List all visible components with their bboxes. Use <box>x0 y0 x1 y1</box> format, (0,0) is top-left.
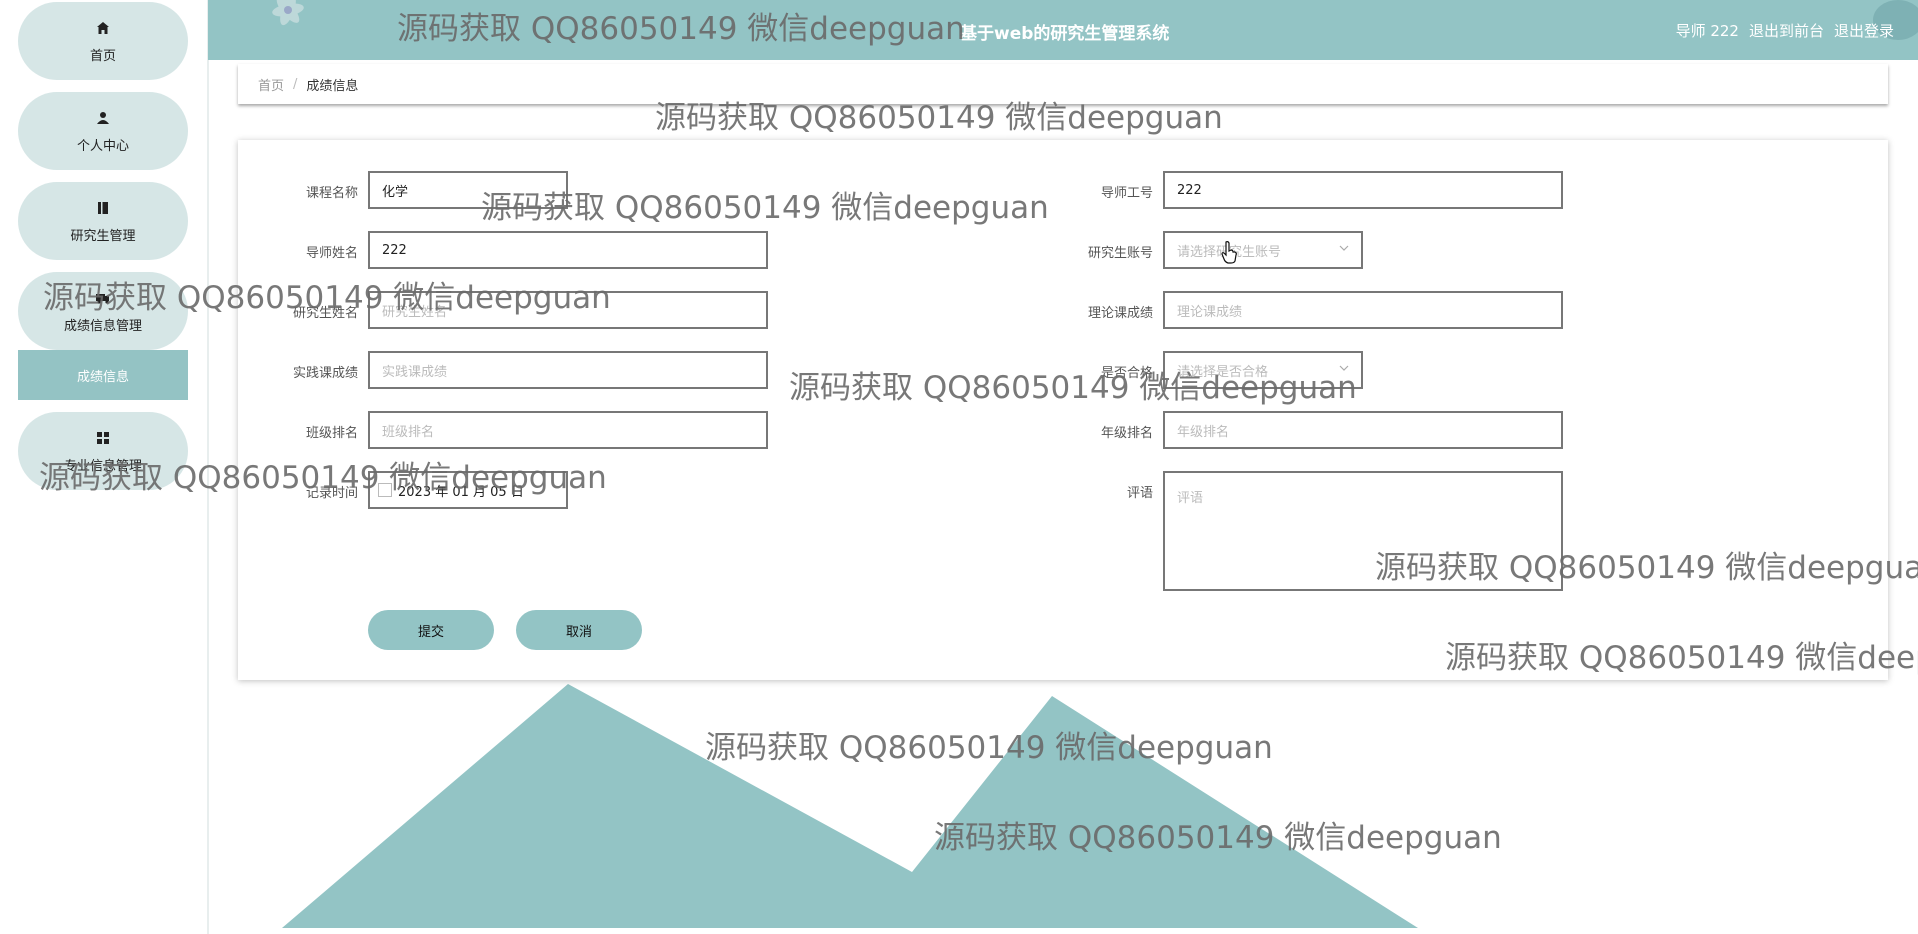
student-name-label: 研究生姓名 <box>292 306 358 321</box>
sidebar-item-label: 成绩信息管理 <box>63 318 142 334</box>
student-account-label: 研究生账号 <box>1087 246 1153 261</box>
chevron-down-icon <box>1339 245 1349 251</box>
exit-to-front-link[interactable]: 退出到前台 <box>1749 20 1824 41</box>
teacher-name-input[interactable]: 222 <box>368 231 768 269</box>
submit-button[interactable]: 提交 <box>368 610 494 650</box>
sidebar-item-scores[interactable]: 成绩信息管理 <box>18 272 188 350</box>
grade-rank-label: 年级排名 <box>1100 426 1153 441</box>
cancel-button[interactable]: 取消 <box>516 610 642 650</box>
sidebar-item-profile[interactable]: 个人中心 <box>18 92 188 170</box>
logout-link[interactable]: 退出登录 <box>1834 20 1894 41</box>
pass-select[interactable]: 请选择是否合格 <box>1163 351 1363 389</box>
breadcrumb: 首页 / 成绩信息 <box>238 64 1888 104</box>
user-label: 导师 222 <box>1675 22 1739 40</box>
record-time-input[interactable]: 2023 年 01 月 05 日 <box>368 471 568 509</box>
theory-score-input[interactable]: 理论课成绩 <box>1163 291 1563 329</box>
student-account-select[interactable]: 请选择研究生账号 <box>1163 231 1363 269</box>
home-icon <box>94 19 112 37</box>
hand-cursor-icon <box>1221 241 1237 264</box>
user-icon <box>94 109 112 127</box>
score-form: 课程名称 化学 导师姓名 222 研究生姓名 研究生姓名 实践课成绩 实践课成绩… <box>238 140 1888 680</box>
book-icon <box>94 199 112 217</box>
chevron-down-icon <box>1339 365 1349 371</box>
truck-icon <box>94 289 112 307</box>
sidebar-subitem-label: 成绩信息 <box>76 369 129 385</box>
comment-label: 评语 <box>1126 486 1153 501</box>
top-header: 基于web的研究生管理系统 导师 222 退出到前台 退出登录 <box>208 0 1918 60</box>
course-name-input[interactable]: 化学 <box>368 171 568 209</box>
teacher-name-label: 导师姓名 <box>305 246 358 261</box>
header-links: 导师 222 退出到前台 退出登录 <box>1676 20 1894 41</box>
comment-textarea[interactable]: 评语 <box>1163 471 1563 591</box>
class-rank-label: 班级排名 <box>305 426 358 441</box>
flower-decoration <box>272 0 304 26</box>
pass-placeholder: 请选择是否合格 <box>1177 364 1269 380</box>
practice-score-label: 实践课成绩 <box>292 366 358 381</box>
record-time-value: 2023 年 01 月 05 日 <box>398 484 524 500</box>
watermark-text: 源码获取 QQ86050149 微信deepguan <box>705 730 1273 766</box>
watermark-text: 源码获取 QQ86050149 微信deepguan <box>934 820 1502 856</box>
sidebar-item-label: 研究生管理 <box>70 228 136 244</box>
sidebar-item-label: 专业信息管理 <box>63 458 142 474</box>
breadcrumb-separator: / <box>293 76 298 92</box>
sidebar-subitem-score-info[interactable]: 成绩信息 <box>18 350 188 400</box>
pass-label: 是否合格 <box>1100 366 1153 381</box>
sidebar: 首页 个人中心 研究生管理 成绩信息管理 成绩信息 专业信息管理 <box>0 0 209 934</box>
class-rank-input[interactable]: 班级排名 <box>368 411 768 449</box>
student-name-input[interactable]: 研究生姓名 <box>368 291 768 329</box>
breadcrumb-current: 成绩信息 <box>306 78 359 94</box>
breadcrumb-home[interactable]: 首页 <box>258 75 284 94</box>
sidebar-item-students[interactable]: 研究生管理 <box>18 182 188 260</box>
calendar-icon <box>378 483 392 497</box>
sidebar-item-home[interactable]: 首页 <box>18 2 188 80</box>
app-title: 基于web的研究生管理系统 <box>960 24 1170 44</box>
course-name-label: 课程名称 <box>305 186 358 201</box>
record-time-label: 记录时间 <box>305 486 358 501</box>
sidebar-item-label: 首页 <box>89 48 116 64</box>
sidebar-item-label: 个人中心 <box>76 138 129 154</box>
teacher-id-input[interactable]: 222 <box>1163 171 1563 209</box>
grid-icon <box>94 429 112 447</box>
teacher-id-label: 导师工号 <box>1100 186 1153 201</box>
theory-score-label: 理论课成绩 <box>1087 306 1153 321</box>
grade-rank-input[interactable]: 年级排名 <box>1163 411 1563 449</box>
practice-score-input[interactable]: 实践课成绩 <box>368 351 768 389</box>
sidebar-item-majors[interactable]: 专业信息管理 <box>18 412 188 490</box>
